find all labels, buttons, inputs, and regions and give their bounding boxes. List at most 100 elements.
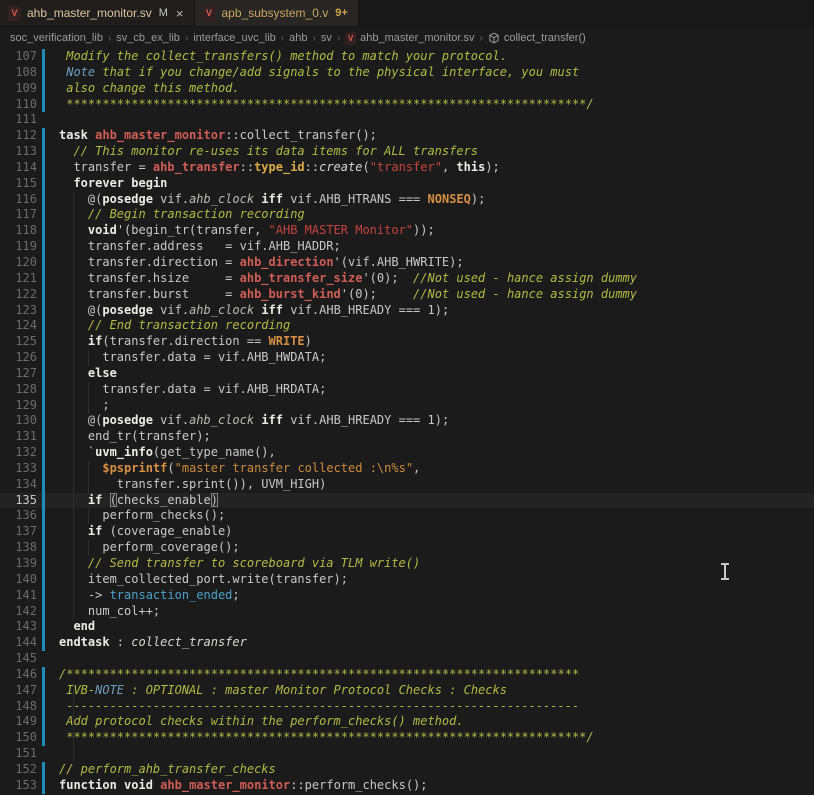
git-modified-indicator [42, 239, 45, 255]
code-line[interactable]: 145 [0, 651, 814, 667]
line-number: 110 [0, 97, 37, 113]
line-number: 150 [0, 730, 37, 746]
code-line[interactable]: 123 @(posedge vif.ahb_clock iff vif.AHB_… [0, 303, 814, 319]
code-line[interactable]: 116 @(posedge vif.ahb_clock iff vif.AHB_… [0, 192, 814, 208]
breadcrumb-label: soc_verification_lib [10, 32, 103, 44]
breadcrumb-item[interactable]: collect_transfer() [488, 32, 586, 44]
breadcrumb-label: sv_cb_ex_lib [116, 32, 180, 44]
code-line[interactable]: 147 IVB-NOTE : OPTIONAL : master Monitor… [0, 683, 814, 699]
line-number: 130 [0, 413, 37, 429]
breadcrumb-item[interactable]: Vahb_master_monitor.sv [345, 32, 474, 45]
line-number: 145 [0, 651, 37, 667]
code-line[interactable]: 127 else [0, 366, 814, 382]
line-number: 140 [0, 572, 37, 588]
code-line[interactable]: 132 `uvm_info(get_type_name(), [0, 445, 814, 461]
code-line[interactable]: 129 ; [0, 398, 814, 414]
code-line[interactable]: 111 [0, 112, 814, 128]
code-line[interactable]: 112task ahb_master_monitor::collect_tran… [0, 128, 814, 144]
code-line[interactable]: 120 transfer.direction = ahb_direction'(… [0, 255, 814, 271]
code-line[interactable]: 141 -> transaction_ended; [0, 588, 814, 604]
code-line[interactable]: 148 ------------------------------------… [0, 699, 814, 715]
code-text: also change this method. [59, 81, 240, 97]
code-line[interactable]: 125 if(transfer.direction == WRITE) [0, 334, 814, 350]
git-modified-indicator [42, 382, 45, 398]
code-line[interactable]: 140 item_collected_port.write(transfer); [0, 572, 814, 588]
line-number: 125 [0, 334, 37, 350]
code-line[interactable]: 110 ************************************… [0, 97, 814, 113]
code-editor[interactable]: 107 Modify the collect_transfers() metho… [0, 49, 814, 795]
line-number: 122 [0, 287, 37, 303]
code-line[interactable]: 119 transfer.address = vif.AHB_HADDR; [0, 239, 814, 255]
line-number: 148 [0, 699, 37, 715]
line-number: 134 [0, 477, 37, 493]
git-modified-indicator [42, 413, 45, 429]
git-modified-indicator [42, 97, 45, 113]
code-line[interactable]: 153function void ahb_master_monitor::per… [0, 778, 814, 794]
code-line[interactable]: 118 void'(begin_tr(transfer, "AHB MASTER… [0, 223, 814, 239]
code-line[interactable]: 149 Add protocol checks within the perfo… [0, 714, 814, 730]
code-line[interactable]: 113 // This monitor re-uses its data ite… [0, 144, 814, 160]
git-modified-indicator [42, 160, 45, 176]
code-line[interactable]: 117 // Begin transaction recording [0, 207, 814, 223]
code-line[interactable]: 152// perform_ahb_transfer_checks [0, 762, 814, 778]
git-modified-indicator [42, 49, 45, 65]
breadcrumb-item[interactable]: interface_uvc_lib [193, 32, 276, 44]
line-number: 149 [0, 714, 37, 730]
code-line[interactable]: 115 forever begin [0, 176, 814, 192]
breadcrumb-item[interactable]: sv [321, 32, 332, 44]
code-line[interactable]: 139 // Send transfer to scoreboard via T… [0, 556, 814, 572]
code-line[interactable]: 146/************************************… [0, 667, 814, 683]
code-line[interactable]: 124 // End transaction recording [0, 318, 814, 334]
code-text: Add protocol checks within the perform_c… [59, 714, 464, 730]
indent-guide [88, 350, 89, 366]
breadcrumb: soc_verification_lib›sv_cb_ex_lib›interf… [0, 27, 814, 49]
git-modified-indicator [42, 255, 45, 271]
code-line[interactable]: 121 transfer.hsize = ahb_transfer_size'(… [0, 271, 814, 287]
code-line[interactable]: 128 transfer.data = vif.AHB_HRDATA; [0, 382, 814, 398]
code-line[interactable]: 138 perform_coverage(); [0, 540, 814, 556]
git-modified-indicator [42, 556, 45, 572]
code-line[interactable]: 150 ************************************… [0, 730, 814, 746]
breadcrumb-label: sv [321, 32, 332, 44]
breadcrumb-item[interactable]: ahb [289, 32, 307, 44]
breadcrumb-separator: › [337, 33, 340, 44]
code-line[interactable]: 114 transfer = ahb_transfer::type_id::cr… [0, 160, 814, 176]
verilog-file-icon: V [8, 6, 21, 21]
breadcrumb-item[interactable]: sv_cb_ex_lib [116, 32, 180, 44]
git-modified-indicator [42, 714, 45, 730]
code-text: transfer.data = vif.AHB_HWDATA; [59, 350, 326, 366]
line-number: 121 [0, 271, 37, 287]
code-line[interactable]: 108 Note that if you change/add signals … [0, 65, 814, 81]
git-modified-indicator [42, 651, 45, 667]
git-modified-indicator [42, 144, 45, 160]
code-line[interactable]: 135 if (checks_enable) [0, 493, 814, 509]
code-text: transfer.sprint()), UVM_HIGH) [59, 477, 326, 493]
code-line[interactable]: 134 transfer.sprint()), UVM_HIGH) [0, 477, 814, 493]
code-line[interactable]: 133 $psprintf("master transfer collected… [0, 461, 814, 477]
code-line[interactable]: 107 Modify the collect_transfers() metho… [0, 49, 814, 65]
tab-ahb_master_monitor.sv[interactable]: Vahb_master_monitor.svM× [0, 0, 195, 26]
close-icon[interactable]: × [176, 7, 184, 20]
code-text: /***************************************… [59, 667, 579, 683]
code-line[interactable]: 122 transfer.burst = ahb_burst_kind'(0);… [0, 287, 814, 303]
line-number: 118 [0, 223, 37, 239]
code-line[interactable]: 151 [0, 746, 814, 762]
code-line[interactable]: 136 perform_checks(); [0, 508, 814, 524]
git-modified-indicator [42, 192, 45, 208]
code-text: $psprintf("master transfer collected :\n… [59, 461, 420, 477]
code-line[interactable]: 130 @(posedge vif.ahb_clock iff vif.AHB_… [0, 413, 814, 429]
code-line[interactable]: 143 end [0, 619, 814, 635]
code-line[interactable]: 144endtask : collect_transfer [0, 635, 814, 651]
breadcrumb-item[interactable]: soc_verification_lib [10, 32, 103, 44]
git-modified-indicator [42, 604, 45, 620]
git-modified-indicator [42, 128, 45, 144]
code-line[interactable]: 137 if (coverage_enable) [0, 524, 814, 540]
code-line[interactable]: 126 transfer.data = vif.AHB_HWDATA; [0, 350, 814, 366]
code-line[interactable]: 131 end_tr(transfer); [0, 429, 814, 445]
code-line[interactable]: 142 num_col++; [0, 604, 814, 620]
tab-apb_subsystem_0.v[interactable]: Vapb_subsystem_0.v9+ [195, 0, 359, 26]
line-number: 117 [0, 207, 37, 223]
code-line[interactable]: 109 also change this method. [0, 81, 814, 97]
line-number: 133 [0, 461, 37, 477]
line-number: 115 [0, 176, 37, 192]
